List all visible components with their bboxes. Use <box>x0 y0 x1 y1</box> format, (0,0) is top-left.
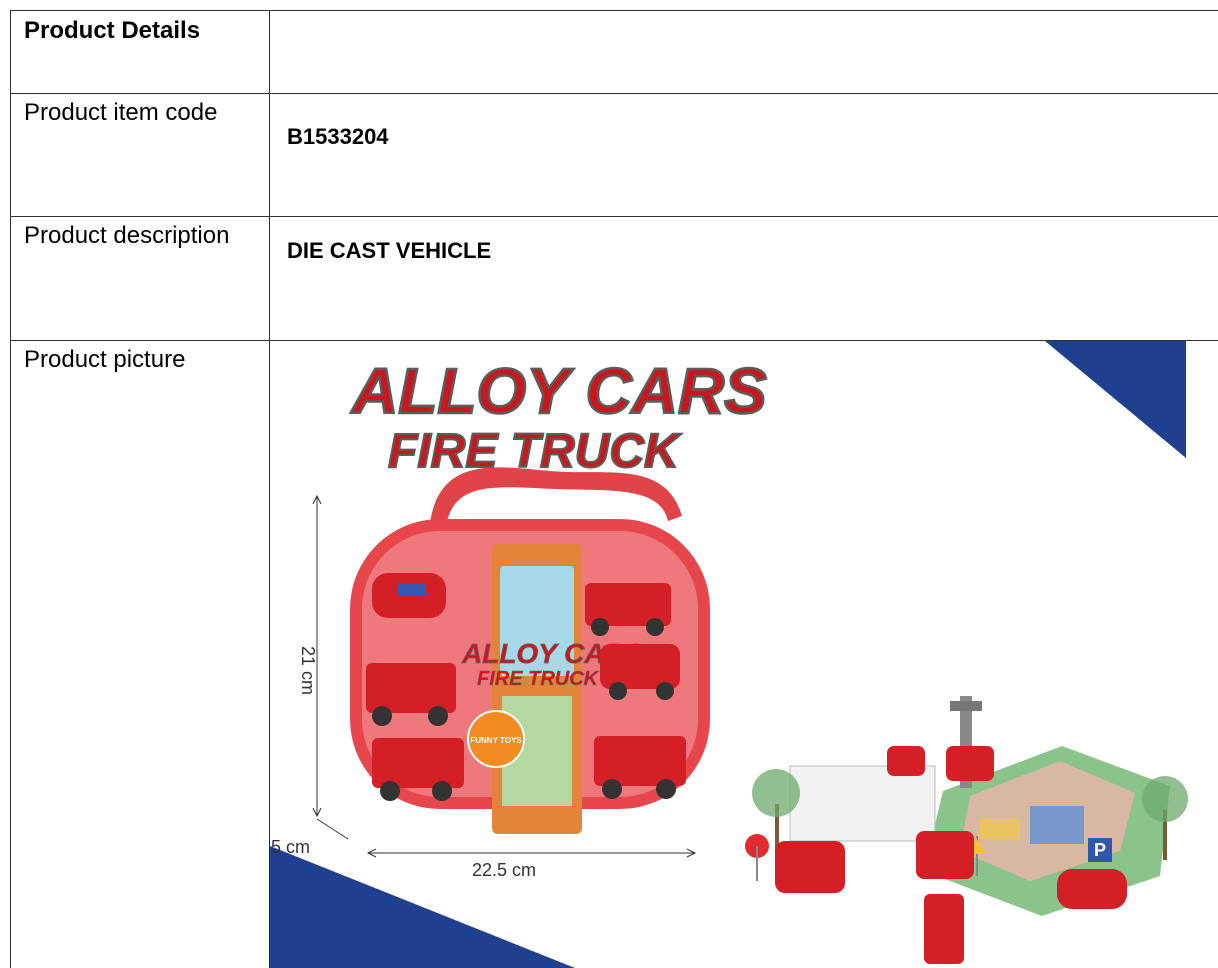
height-dimension: 21 cm <box>298 646 318 695</box>
table-border-left <box>10 10 11 968</box>
table-header-label: Product Details <box>24 17 201 44</box>
playset-vehicle-6 <box>1057 869 1127 909</box>
playset-vehicle-4 <box>916 831 974 879</box>
picture-label: Product picture <box>24 346 186 373</box>
depth-dimension: 5.5 cm <box>270 837 310 857</box>
table-border-row2 <box>10 216 1218 217</box>
parking-sign-letter: P <box>1094 840 1106 860</box>
blue-triangle-top-right <box>1045 341 1186 458</box>
product-details-sheet: Product Details Product item code B15332… <box>0 0 1218 968</box>
funny-toys-badge: FUNNY TOYS <box>470 736 522 745</box>
playset-vehicle-2 <box>946 746 994 781</box>
product-picture: ALLOY CARS FIRE TRUCK ALLOY CARS FIRE TR… <box>270 341 1218 968</box>
table-border-top <box>10 10 1218 11</box>
alloy-cars-logo: ALLOY CARS FIRE TRUCK <box>349 354 769 479</box>
parking-sign: P <box>1088 838 1112 862</box>
toy-case: ALLOY CARS FIRE TRUCK FUNNY TOYS <box>350 519 710 834</box>
playset-vehicle-5 <box>924 894 964 964</box>
item-code-label: Product item code <box>24 99 218 126</box>
playset-scene: P <box>745 696 1188 964</box>
product-picture-svg: ALLOY CARS FIRE TRUCK ALLOY CARS FIRE TR… <box>270 341 1188 968</box>
width-dimension: 22.5 cm <box>472 860 536 880</box>
playset-vehicle-3 <box>775 841 845 893</box>
table-border-row1 <box>10 93 1218 94</box>
case-vehicle-1 <box>372 573 446 618</box>
description-value: DIE CAST VEHICLE <box>287 238 492 263</box>
playset-vehicle-1 <box>887 746 925 776</box>
description-label: Product description <box>24 222 230 249</box>
logo-line-1: ALLOY CARS <box>350 355 767 427</box>
package-logo-line-2: FIRE TRUCK <box>477 668 600 690</box>
item-code-value: B1533204 <box>287 124 389 149</box>
